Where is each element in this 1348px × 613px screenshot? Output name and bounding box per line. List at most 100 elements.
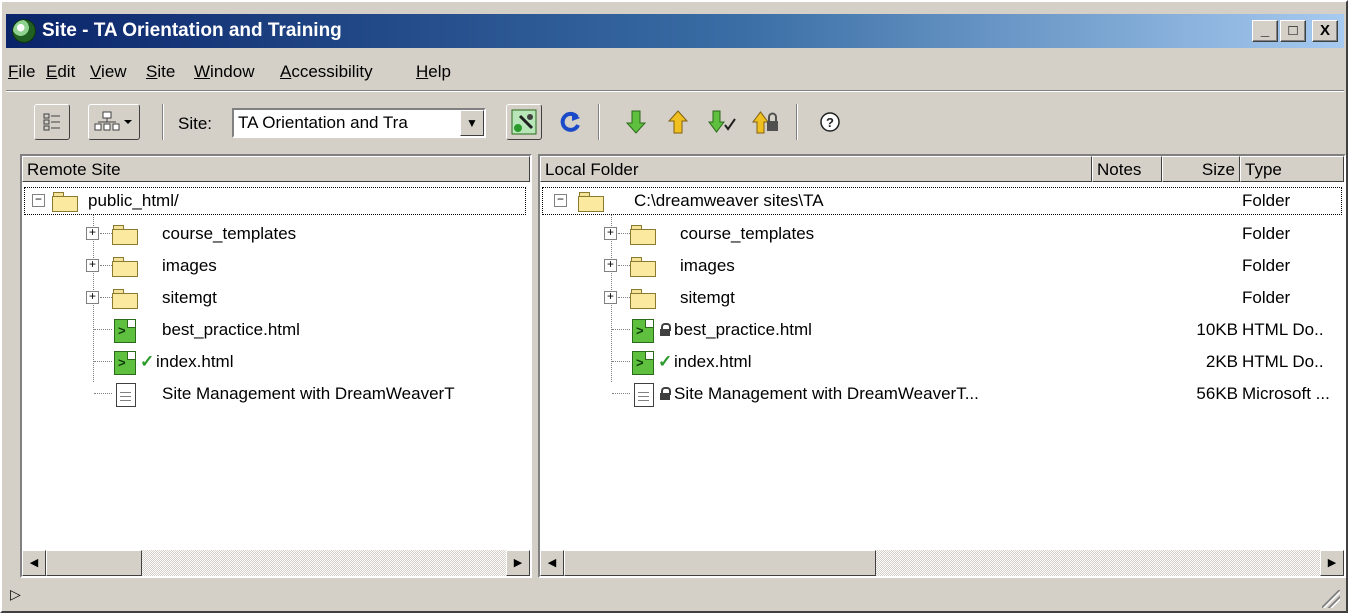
- menu-divider: [6, 90, 1344, 92]
- tree-item-label: best_practice.html: [674, 320, 812, 339]
- tree-row[interactable]: > best_practice.html 10KB HTML Do..: [540, 315, 1344, 346]
- toolbar: Site: TA Orientation and Tra ▼ ?: [6, 94, 1344, 146]
- remote-site-header[interactable]: Remote Site: [22, 156, 530, 182]
- folder-icon: [630, 257, 656, 277]
- tree-row[interactable]: > ✓ index.html: [22, 347, 530, 378]
- tree-item-label: sitemgt: [680, 288, 735, 307]
- scroll-thumb[interactable]: [564, 550, 876, 576]
- tree-row[interactable]: + course_templates: [22, 219, 530, 250]
- tree-row-root[interactable]: − public_html/: [22, 186, 530, 217]
- chevron-down-icon[interactable]: ▼: [460, 110, 484, 136]
- get-files-icon[interactable]: [618, 104, 654, 140]
- site-window: Site - TA Orientation and Training _ □ X…: [0, 0, 1348, 613]
- notes-header[interactable]: Notes: [1092, 156, 1162, 182]
- html-file-icon: >: [114, 351, 136, 375]
- svg-text:?: ?: [826, 115, 834, 130]
- expand-icon[interactable]: +: [86, 291, 99, 304]
- check-out-icon[interactable]: [704, 104, 740, 140]
- scroll-left-icon[interactable]: ◀: [540, 550, 564, 576]
- put-files-icon[interactable]: [660, 104, 696, 140]
- connect-icon[interactable]: [506, 104, 542, 140]
- tree-row[interactable]: > ✓ index.html 2KB HTML Do..: [540, 347, 1344, 378]
- tree-item-label: course_templates: [162, 224, 297, 243]
- refresh-icon[interactable]: [552, 104, 588, 140]
- menu-bar: File Edit View Site Window Accessibility…: [6, 56, 1344, 88]
- minimize-button[interactable]: _: [1252, 20, 1278, 42]
- menu-file[interactable]: File: [8, 62, 35, 82]
- scroll-right-icon[interactable]: ▶: [1320, 550, 1344, 576]
- local-horizontal-scrollbar[interactable]: ◀ ▶: [540, 550, 1344, 576]
- lock-icon: [660, 387, 671, 400]
- window-title: Site - TA Orientation and Training: [42, 20, 342, 41]
- document-icon: [116, 383, 136, 407]
- site-select[interactable]: TA Orientation and Tra ▼: [232, 108, 486, 138]
- menu-window[interactable]: Window: [194, 62, 254, 82]
- close-button[interactable]: X: [1312, 20, 1338, 42]
- tree-row[interactable]: > best_practice.html: [22, 315, 530, 346]
- tree-row-root[interactable]: − C:\dreamweaver sites\TA Folder: [540, 186, 1344, 217]
- resize-grip-icon[interactable]: [1322, 590, 1340, 608]
- site-map-view-icon[interactable]: [88, 104, 140, 140]
- site-select-value: TA Orientation and Tra: [238, 113, 408, 132]
- title-bar[interactable]: Site - TA Orientation and Training _ □ X: [6, 14, 1344, 48]
- type-header[interactable]: Type: [1240, 156, 1344, 182]
- scroll-right-icon[interactable]: ▶: [506, 550, 530, 576]
- menu-view[interactable]: View: [90, 62, 127, 82]
- tree-item-label: Site Management with DreamWeaverT...: [674, 384, 979, 403]
- maximize-button[interactable]: □: [1280, 20, 1306, 42]
- remote-horizontal-scrollbar[interactable]: ◀ ▶: [22, 550, 530, 576]
- folder-icon: [630, 225, 656, 245]
- type-cell: Folder: [1242, 224, 1291, 243]
- local-folder-header[interactable]: Local Folder: [540, 156, 1092, 182]
- toolbar-separator: [598, 104, 600, 140]
- tree-item-label: course_templates: [680, 224, 815, 243]
- size-cell: 10KB: [1196, 320, 1238, 339]
- menu-accessibility[interactable]: Accessibility: [280, 62, 373, 82]
- folder-icon: [112, 257, 138, 277]
- open-folder-icon: [578, 192, 604, 212]
- menu-site[interactable]: Site: [146, 62, 175, 82]
- scroll-left-icon[interactable]: ◀: [22, 550, 46, 576]
- tree-row[interactable]: + images: [22, 251, 530, 282]
- collapse-icon[interactable]: −: [32, 194, 45, 207]
- type-cell: Microsoft ...: [1242, 384, 1330, 403]
- expand-icon[interactable]: +: [604, 227, 617, 240]
- toolbar-separator: [162, 104, 164, 140]
- tree-row[interactable]: Site Management with DreamWeaverT... 56K…: [540, 379, 1344, 410]
- tree-row[interactable]: + images Folder: [540, 251, 1344, 282]
- tree-item-label: best_practice.html: [162, 320, 300, 339]
- expand-icon[interactable]: +: [604, 259, 617, 272]
- tree-item-label: images: [680, 256, 735, 275]
- help-icon[interactable]: ?: [812, 104, 848, 140]
- type-cell: Folder: [1242, 191, 1291, 210]
- site-files-view-icon[interactable]: [34, 104, 70, 140]
- check-in-icon[interactable]: [748, 104, 784, 140]
- collapse-icon[interactable]: −: [554, 194, 567, 207]
- open-folder-icon: [52, 192, 78, 212]
- folder-icon: [630, 289, 656, 309]
- tree-item-label: Site Management with DreamWeaverT: [162, 384, 455, 403]
- menu-edit[interactable]: Edit: [46, 62, 75, 82]
- expand-icon[interactable]: +: [86, 227, 99, 240]
- tree-item-label: sitemgt: [162, 288, 217, 307]
- expand-panel-icon[interactable]: ▷: [10, 586, 21, 603]
- local-folder-pane[interactable]: Local Folder Notes Size Type − C:\dreamw…: [538, 154, 1346, 578]
- tree-row[interactable]: + sitemgt Folder: [540, 283, 1344, 314]
- dreamweaver-app-icon: [12, 19, 36, 43]
- type-cell: Folder: [1242, 256, 1291, 275]
- tree-row[interactable]: + sitemgt: [22, 283, 530, 314]
- expand-icon[interactable]: +: [86, 259, 99, 272]
- folder-icon: [112, 225, 138, 245]
- size-header[interactable]: Size: [1162, 156, 1240, 182]
- checkmark-icon: ✓: [658, 352, 673, 371]
- remote-site-pane[interactable]: Remote Site − public_html/ + course_temp…: [20, 154, 532, 578]
- size-cell: 56KB: [1196, 384, 1238, 403]
- menu-help[interactable]: Help: [416, 62, 451, 82]
- html-file-icon: >: [632, 351, 654, 375]
- tree-row[interactable]: + course_templates Folder: [540, 219, 1344, 250]
- html-file-icon: >: [632, 319, 654, 343]
- tree-row[interactable]: Site Management with DreamWeaverT: [22, 379, 530, 410]
- expand-icon[interactable]: +: [604, 291, 617, 304]
- scroll-thumb[interactable]: [46, 550, 142, 576]
- toolbar-separator: [796, 104, 798, 140]
